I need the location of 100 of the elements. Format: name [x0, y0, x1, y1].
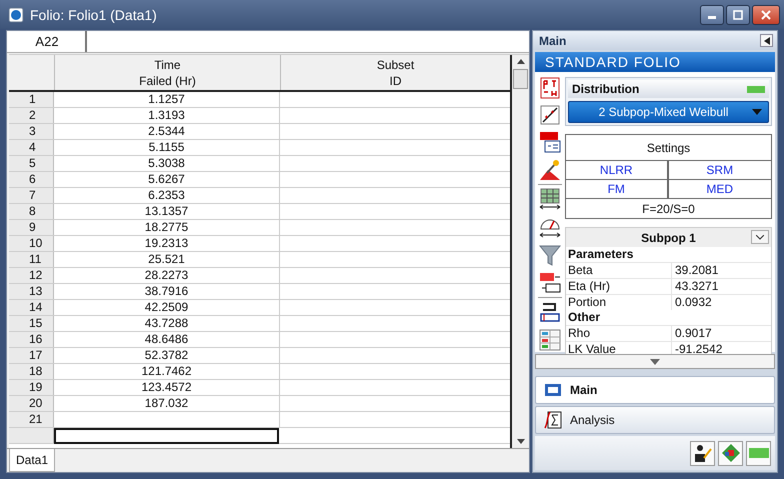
row-number[interactable]: 1 [9, 92, 54, 107]
status-indicator-icon [747, 86, 765, 92]
nav-button[interactable]: Analysis [535, 406, 775, 434]
close-button[interactable] [752, 4, 780, 24]
scroll-down-icon[interactable] [516, 439, 524, 444]
diamond-tool-button[interactable] [718, 440, 743, 466]
section-heading: Parameters [567, 247, 634, 262]
table-cell: 52.3782 [54, 348, 280, 363]
bracket-icon[interactable] [539, 301, 561, 323]
row-number[interactable]: 19 [9, 380, 54, 395]
row-number[interactable]: 4 [9, 140, 54, 155]
table-cell: 13.1357 [54, 204, 280, 219]
table-cell: 6.2353 [54, 188, 280, 203]
parameter-value: 0.0932 [674, 295, 713, 310]
row-number[interactable]: 3 [9, 124, 54, 139]
failure-summary: F=20/S=0 [641, 200, 696, 218]
collapse-button[interactable] [760, 34, 773, 47]
panel-title: Main [539, 34, 566, 48]
person-pencil-icon [692, 443, 712, 463]
parameter-value: 39.2081 [674, 263, 720, 278]
minimize-button[interactable] [700, 4, 724, 24]
chevron-down-icon [756, 234, 764, 240]
document-icon [544, 382, 562, 398]
table-cell: 38.7916 [54, 284, 280, 299]
table-cell: 5.3038 [54, 156, 280, 171]
status-bar-icon [748, 448, 768, 458]
row-number[interactable]: 6 [9, 172, 54, 187]
row-number[interactable]: 13 [9, 284, 54, 299]
parameters-icon[interactable] [540, 77, 560, 99]
sheet-tab[interactable]: Data1 [9, 449, 56, 472]
parameter-value: 43.3271 [674, 279, 720, 294]
parameter-value: 0.9017 [674, 326, 713, 341]
selected-cell[interactable] [54, 428, 279, 444]
column-header[interactable]: Subset ID [281, 55, 510, 90]
settings-option[interactable]: NLRR [566, 161, 668, 180]
table-cell: 42.2509 [54, 300, 280, 315]
row-number[interactable]: 15 [9, 316, 54, 331]
row-number[interactable]: 20 [9, 396, 54, 411]
row-number[interactable]: 9 [9, 220, 54, 235]
data-table-icon[interactable] [539, 329, 561, 351]
user-edit-button[interactable] [690, 440, 715, 466]
diamond-icon [720, 443, 740, 463]
row-number[interactable]: 8 [9, 204, 54, 219]
scroll-up-icon[interactable] [516, 59, 524, 64]
table-cell: 2.5344 [54, 124, 280, 139]
table-cell: 43.7288 [54, 316, 280, 331]
settings-title: Settings [566, 135, 771, 161]
row-number[interactable]: 11 [9, 252, 54, 267]
row-number[interactable]: 18 [9, 364, 54, 379]
caret-icon [752, 109, 762, 115]
table-cell: 5.6267 [54, 172, 280, 187]
column-header[interactable]: Time Failed (Hr) [55, 55, 281, 90]
row-number[interactable]: 17 [9, 348, 54, 363]
settings-option[interactable]: SRM [668, 161, 771, 180]
scroll-thumb[interactable] [513, 69, 528, 89]
minimize-icon [708, 16, 716, 19]
expand-button[interactable] [535, 354, 775, 369]
table-cell: 48.6486 [54, 332, 280, 347]
row-number[interactable]: 7 [9, 188, 54, 203]
table-cell: 1.3193 [54, 108, 280, 123]
status-button[interactable] [746, 440, 771, 466]
funnel-icon[interactable] [539, 244, 561, 266]
nav-button[interactable]: Main [535, 376, 775, 404]
parameter-label: Rho [566, 326, 672, 341]
subpop-title: Subpop 1 [641, 230, 696, 244]
parameter-label: Eta (Hr) [566, 279, 672, 294]
row-number[interactable]: 14 [9, 300, 54, 315]
row-number[interactable]: 10 [9, 236, 54, 251]
grid-arrow-icon[interactable] [539, 188, 561, 210]
line-plot-icon[interactable] [540, 105, 560, 125]
table-cell: 121.7462 [54, 364, 280, 379]
distribution-dropdown[interactable]: 2 Subpop-Mixed Weibull [568, 101, 769, 123]
settings-option[interactable]: MED [668, 180, 771, 199]
row-number[interactable]: 2 [9, 108, 54, 123]
maximize-icon [733, 10, 743, 20]
close-icon [761, 10, 771, 20]
left-arrow-icon [764, 36, 770, 44]
settings-option[interactable]: FM [566, 180, 668, 199]
parameter-label: Beta [566, 263, 672, 278]
distribution-title: Distribution [572, 82, 640, 96]
table-cell: 187.032 [54, 396, 280, 411]
banner-title: STANDARD FOLIO [545, 54, 681, 70]
down-arrow-icon [650, 358, 660, 364]
table-cell: 18.2775 [54, 220, 280, 235]
section-heading: Other [567, 310, 602, 325]
row-number[interactable]: 16 [9, 332, 54, 347]
table-cell: 28.2273 [54, 268, 280, 283]
row-number[interactable]: 21 [9, 412, 54, 427]
wand-icon[interactable] [539, 159, 561, 181]
conversion-icon[interactable] [539, 272, 561, 294]
row-number[interactable]: 12 [9, 268, 54, 283]
calculator-icon[interactable] [539, 131, 561, 153]
app-icon [8, 6, 24, 22]
table-cell: 5.1155 [54, 140, 280, 155]
table-cell: 1.1257 [54, 92, 280, 107]
window-title: Folio: Folio1 (Data1) [30, 6, 158, 22]
subpop-dropdown-button[interactable] [751, 230, 769, 244]
table-cell: 123.4572 [54, 380, 280, 395]
maximize-button[interactable] [726, 4, 750, 24]
row-number[interactable]: 5 [9, 156, 54, 171]
